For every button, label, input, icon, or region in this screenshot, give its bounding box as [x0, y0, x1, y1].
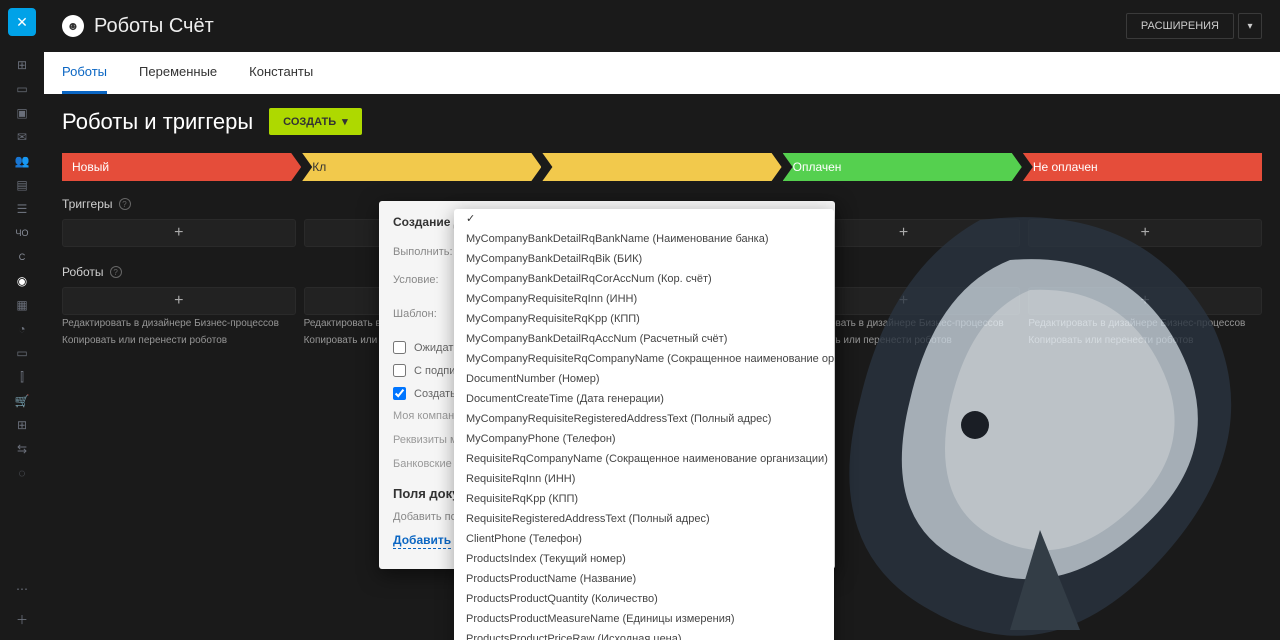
- dropdown-item[interactable]: RequisiteRqCompanyName (Сокращенное наим…: [454, 449, 834, 469]
- help-icon[interactable]: ?: [110, 266, 122, 278]
- triggers-label-text: Триггеры: [62, 197, 113, 211]
- sidebar-icon-users[interactable]: 👥: [8, 150, 36, 172]
- sidebar-label-cho[interactable]: ЧО: [8, 222, 36, 244]
- run-label: Выполнить:: [393, 246, 459, 258]
- dropdown-item[interactable]: ProductsProductName (Название): [454, 569, 834, 589]
- sidebar-icon-filter[interactable]: ☰: [8, 198, 36, 220]
- tab-robots[interactable]: Роботы: [62, 52, 107, 94]
- sidebar-icon-robot[interactable]: ◉: [8, 270, 36, 292]
- wait-checkbox[interactable]: [393, 341, 406, 354]
- create-button-label: СОЗДАТЬ: [283, 116, 336, 128]
- sidebar-icon-add[interactable]: ＋: [8, 608, 36, 630]
- sidebar-icon-cart[interactable]: 🛒: [8, 390, 36, 412]
- field-dropdown[interactable]: MyCompanyBankDetailRqBankName (Наименова…: [454, 209, 834, 640]
- page-header-title: Роботы Счёт: [94, 15, 214, 38]
- sidebar-icon-sliders[interactable]: ⇆: [8, 438, 36, 460]
- stage-client[interactable]: Кл: [302, 153, 541, 181]
- page-title: Роботы и триггеры: [62, 109, 253, 135]
- dropdown-item[interactable]: [454, 209, 834, 229]
- edit-designer-link[interactable]: Редактировать в дизайнере Бизнес-процесс…: [62, 315, 296, 332]
- sidebar-icon-chat[interactable]: ◌: [8, 462, 36, 484]
- dropdown-item[interactable]: ProductsProductMeasureName (Единицы изме…: [454, 609, 834, 629]
- sidebar-icon-chip[interactable]: ▦: [8, 294, 36, 316]
- stage-mid[interactable]: [542, 153, 781, 181]
- add-robot-slot[interactable]: +: [62, 287, 296, 315]
- dropdown-item[interactable]: DocumentNumber (Номер): [454, 369, 834, 389]
- add-trigger-slot[interactable]: +: [62, 219, 296, 247]
- edit-designer-link[interactable]: Редактировать в дизайнере Бизнес-процесс…: [1028, 315, 1262, 332]
- sidebar-icon-more[interactable]: ⋯: [8, 578, 36, 600]
- sidebar-icon-folder[interactable]: ▭: [8, 78, 36, 100]
- tab-constants[interactable]: Константы: [249, 52, 313, 94]
- template-label: Шаблон:: [393, 308, 459, 320]
- tab-variables[interactable]: Переменные: [139, 52, 217, 94]
- sidebar-icon-doc[interactable]: ▤: [8, 174, 36, 196]
- signed-checkbox[interactable]: [393, 364, 406, 377]
- sidebar-icon-mail[interactable]: ✉: [8, 126, 36, 148]
- chevron-down-icon: ▾: [342, 115, 348, 128]
- add-robot-slot[interactable]: +: [1028, 287, 1262, 315]
- stage-new[interactable]: Новый: [62, 153, 301, 181]
- help-icon[interactable]: ?: [119, 198, 131, 210]
- stages-row: Новый Кл Оплачен Не оплачен: [62, 153, 1262, 181]
- create-checkbox[interactable]: [393, 387, 406, 400]
- dropdown-item[interactable]: MyCompanyRequisiteRqCompanyName (Сокраще…: [454, 349, 834, 369]
- condition-label: Условие:: [393, 274, 459, 286]
- copy-robots-link[interactable]: Копировать или перенести роботов: [62, 332, 296, 349]
- dropdown-item[interactable]: DocumentCreateTime (Дата генерации): [454, 389, 834, 409]
- sidebar-icon-home[interactable]: ⊞: [8, 54, 36, 76]
- dropdown-item[interactable]: RequisiteRqKpp (КПП): [454, 489, 834, 509]
- left-sidebar: ✕ ⊞ ▭ ▣ ✉ 👥 ▤ ☰ ЧО С ◉ ▦ ◔ ▭ ⫿ 🛒 ⊞ ⇆ ◌ ⋯…: [0, 0, 44, 640]
- robots-label-text: Роботы: [62, 265, 104, 279]
- close-icon[interactable]: ✕: [8, 8, 36, 36]
- stage-paid[interactable]: Оплачен: [783, 153, 1022, 181]
- dropdown-item[interactable]: MyCompanyPhone (Телефон): [454, 429, 834, 449]
- dropdown-item[interactable]: MyCompanyRequisiteRqInn (ИНН): [454, 289, 834, 309]
- dropdown-item[interactable]: MyCompanyRequisiteRqKpp (КПП): [454, 309, 834, 329]
- dropdown-item[interactable]: ClientPhone (Телефон): [454, 529, 834, 549]
- robot-icon: ☻: [62, 15, 84, 37]
- extensions-button[interactable]: РАСШИРЕНИЯ: [1126, 13, 1234, 39]
- dropdown-item[interactable]: MyCompanyBankDetailRqBik (БИК): [454, 249, 834, 269]
- dropdown-item[interactable]: RequisiteRqInn (ИНН): [454, 469, 834, 489]
- dropdown-item[interactable]: MyCompanyBankDetailRqBankName (Наименова…: [454, 229, 834, 249]
- copy-robots-link[interactable]: Копировать или перенести роботов: [1028, 332, 1262, 349]
- stage-unpaid[interactable]: Не оплачен: [1023, 153, 1262, 181]
- header: ☻ Роботы Счёт РАСШИРЕНИЯ ▾: [44, 0, 1280, 52]
- background-illustration: [780, 180, 1280, 640]
- sidebar-icon-box[interactable]: ▣: [8, 102, 36, 124]
- sidebar-label-s[interactable]: С: [8, 246, 36, 268]
- sidebar-icon-grid[interactable]: ⊞: [8, 414, 36, 436]
- dropdown-item[interactable]: RequisiteRegisteredAddressText (Полный а…: [454, 509, 834, 529]
- extensions-caret[interactable]: ▾: [1238, 13, 1262, 39]
- dropdown-item[interactable]: ProductsProductPriceRaw (Исходная цена): [454, 629, 834, 640]
- sidebar-icon-gear[interactable]: ◔: [8, 318, 36, 340]
- dropdown-item[interactable]: MyCompanyRequisiteRegisteredAddressText …: [454, 409, 834, 429]
- tabs-bar: Роботы Переменные Константы: [44, 52, 1280, 94]
- create-button[interactable]: СОЗДАТЬ ▾: [269, 108, 362, 135]
- sidebar-icon-monitor[interactable]: ▭: [8, 342, 36, 364]
- add-field-button[interactable]: Добавить: [393, 533, 451, 549]
- add-trigger-slot[interactable]: +: [1028, 219, 1262, 247]
- sidebar-icon-chart[interactable]: ⫿: [8, 366, 36, 388]
- dropdown-item[interactable]: ProductsProductQuantity (Количество): [454, 589, 834, 609]
- content-area: Роботы и триггеры СОЗДАТЬ ▾ Новый Кл Опл…: [44, 94, 1280, 640]
- dropdown-item[interactable]: MyCompanyBankDetailRqCorAccNum (Кор. счё…: [454, 269, 834, 289]
- dropdown-item[interactable]: ProductsIndex (Текущий номер): [454, 549, 834, 569]
- dropdown-item[interactable]: MyCompanyBankDetailRqAccNum (Расчетный с…: [454, 329, 834, 349]
